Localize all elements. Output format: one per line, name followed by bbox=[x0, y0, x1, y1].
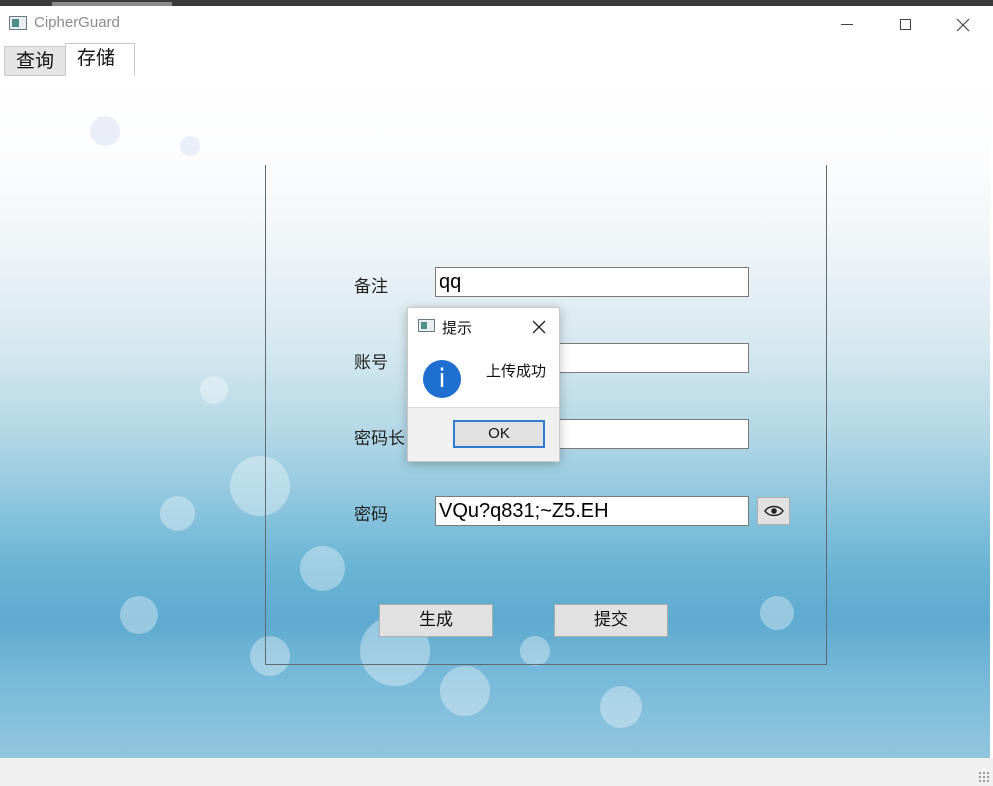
minimize-icon bbox=[841, 24, 853, 25]
window-title: CipherGuard bbox=[34, 14, 120, 31]
generate-button[interactable]: 生成 bbox=[379, 604, 493, 637]
info-icon: i bbox=[423, 360, 461, 398]
dialog-close-button[interactable] bbox=[528, 317, 550, 337]
maximize-icon bbox=[899, 19, 911, 30]
dialog-footer: OK bbox=[408, 407, 559, 461]
close-icon bbox=[532, 320, 546, 334]
note-label: 备注 bbox=[354, 277, 388, 297]
app-icon bbox=[9, 16, 27, 30]
tab-query[interactable]: 查询 bbox=[4, 46, 66, 76]
message-dialog: 提示 i 上传成功 OK bbox=[407, 307, 560, 462]
tab-store[interactable]: 存储 bbox=[65, 43, 135, 77]
minimize-button[interactable] bbox=[818, 6, 876, 42]
dialog-title: 提示 bbox=[442, 319, 473, 337]
dialog-app-icon bbox=[418, 319, 435, 332]
window-titlebar[interactable]: CipherGuard bbox=[0, 6, 993, 42]
password-label: 密码 bbox=[354, 505, 388, 525]
maximize-button[interactable] bbox=[876, 6, 934, 42]
submit-button[interactable]: 提交 bbox=[554, 604, 668, 637]
length-label: 密码长 bbox=[354, 429, 405, 449]
account-label: 账号 bbox=[354, 353, 388, 373]
tab-bar: 查询 存储 bbox=[0, 42, 993, 77]
resize-grip-icon[interactable] bbox=[978, 771, 990, 783]
ok-button[interactable]: OK bbox=[453, 420, 545, 448]
note-input[interactable]: qq bbox=[435, 267, 749, 297]
eye-icon bbox=[763, 505, 784, 517]
close-icon bbox=[956, 18, 970, 31]
close-button[interactable] bbox=[934, 6, 992, 42]
status-bar bbox=[0, 758, 993, 786]
password-input[interactable]: VQu?q831;~Z5.EH bbox=[435, 496, 749, 526]
dialog-message: 上传成功 bbox=[486, 362, 547, 380]
show-password-button[interactable] bbox=[757, 497, 790, 525]
